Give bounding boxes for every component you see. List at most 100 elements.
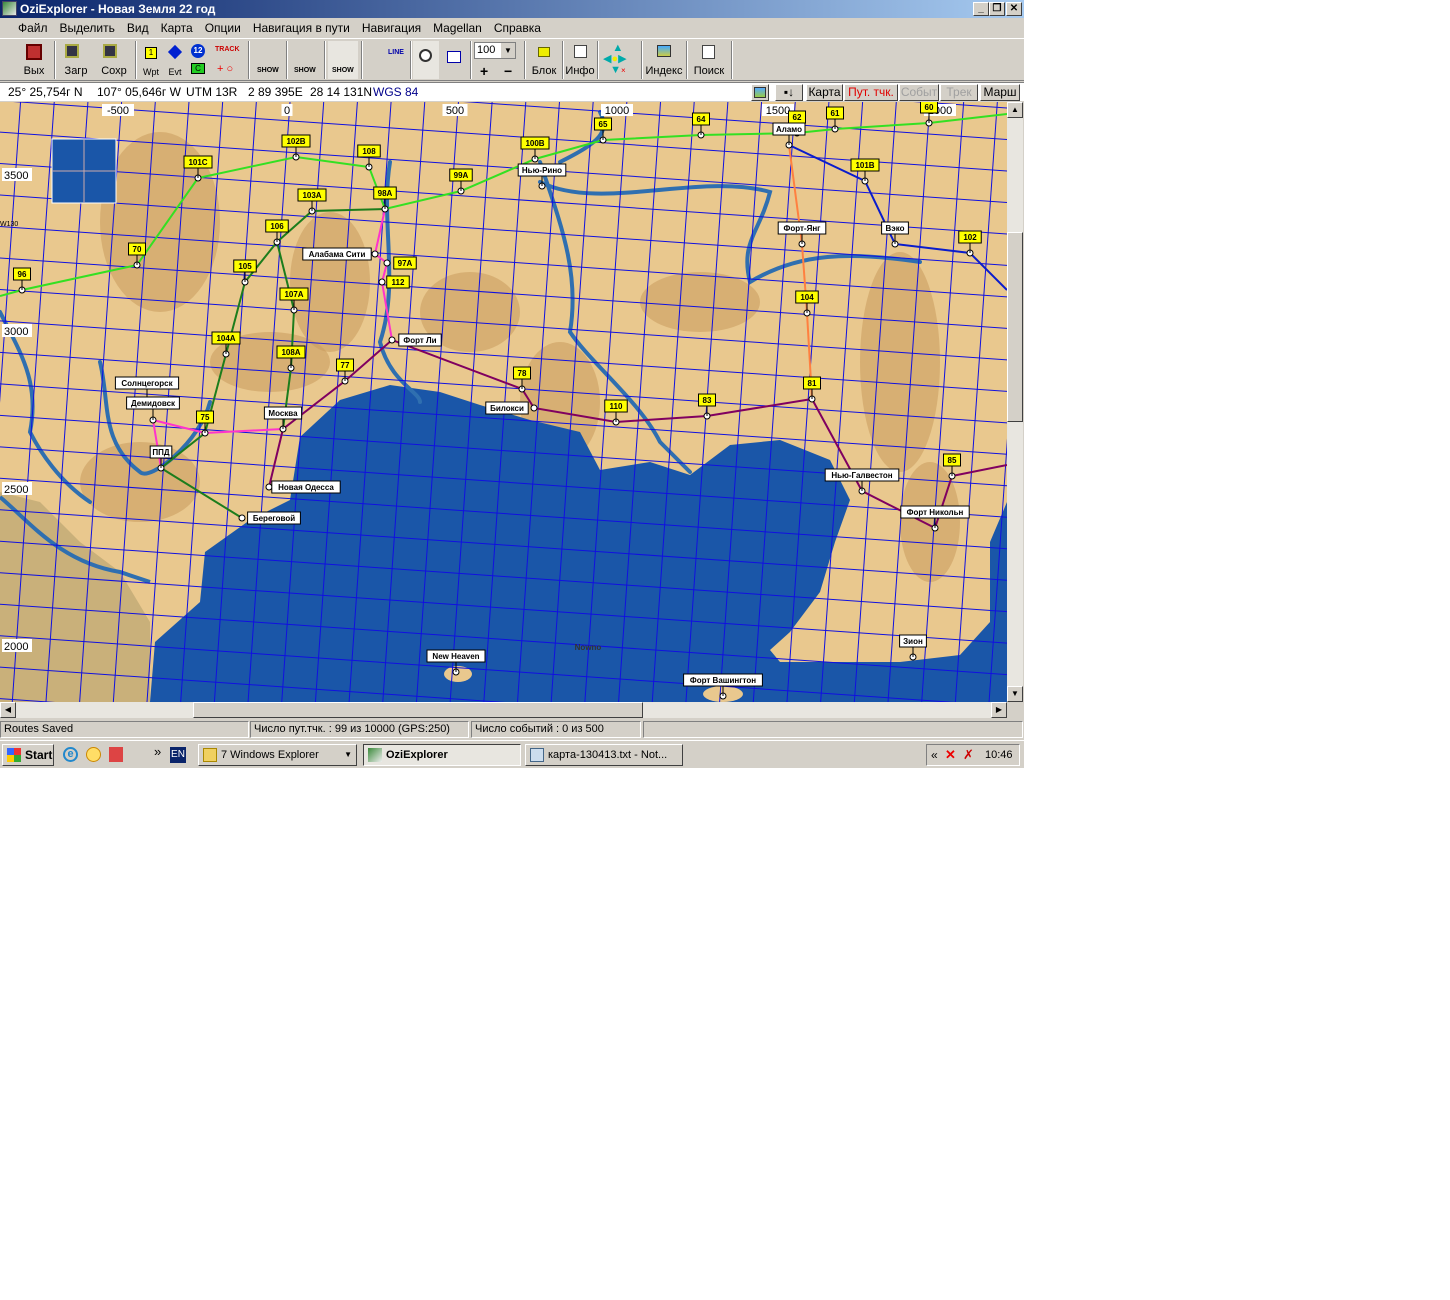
waypoint-label: Форт Никольн [907, 508, 964, 517]
windows-logo-icon [7, 748, 21, 762]
line-tools-button[interactable]: LINE [364, 41, 406, 79]
lock-button[interactable]: Блок [528, 41, 560, 79]
outlook-icon[interactable] [86, 747, 101, 762]
horizontal-scroll-thumb[interactable] [193, 702, 643, 718]
scroll-down-icon[interactable]: ▼ [1007, 686, 1023, 702]
exit-button[interactable]: Вых [20, 41, 48, 79]
northing: 28 14 131N [310, 85, 373, 99]
waypoint-button[interactable]: 1 Wpt [140, 41, 162, 79]
floppy-arrow-icon: ▪↓ [783, 85, 795, 99]
waypoint-label: Москва [268, 409, 298, 418]
app-quicklaunch-icon[interactable] [109, 747, 123, 762]
menu-view[interactable]: Вид [121, 19, 155, 37]
x-tick-label: 0 [284, 105, 290, 117]
scroll-left-icon[interactable]: ◀ [0, 702, 16, 718]
load-button[interactable]: Загр [60, 41, 92, 79]
window-button[interactable] [443, 41, 467, 79]
tab-tracks[interactable]: Трек [940, 84, 978, 101]
show-events-button[interactable]: SHOW [290, 41, 320, 79]
waypoint-label: 83 [703, 396, 712, 405]
taskbar-notepad[interactable]: карта-130413.txt - Not... [525, 744, 683, 766]
track-button[interactable]: TRACK + ○ [212, 41, 244, 79]
waypoint-label: 107A [284, 290, 303, 299]
map-canvas[interactable]: -500 0 500 1000 1500 20003500300025002000W130… [0, 102, 1007, 702]
waypoint-label: Зион [903, 637, 923, 646]
waypoint-label: Алабама Сити [309, 250, 366, 259]
chevron-down-icon[interactable]: ▼ [501, 43, 515, 58]
save-button[interactable]: Сохр [98, 41, 130, 79]
magnifier-icon [419, 49, 432, 62]
waypoint-marker-icon [265, 483, 273, 491]
menu-moving-map[interactable]: Навигация в пути [247, 19, 356, 37]
folder-icon [203, 748, 217, 762]
plus-circle-icon: + ○ [217, 63, 234, 75]
zoom-tool-button[interactable] [413, 41, 439, 79]
minimize-button[interactable]: _ [973, 2, 989, 16]
menu-navigation[interactable]: Навигация [356, 19, 427, 37]
status-empty-panel [643, 721, 1023, 738]
waypoint[interactable]: Nowno [575, 643, 602, 652]
show-routes-button[interactable]: SHOW [328, 41, 358, 79]
app-icon [2, 1, 17, 16]
waypoint-label: 108 [362, 147, 376, 156]
vertical-scroll-thumb[interactable] [1007, 232, 1023, 422]
waypoint-label: 110 [610, 402, 623, 411]
search-button[interactable]: Поиск [690, 41, 728, 79]
horizontal-scrollbar[interactable]: ◀ ▶ [0, 702, 1007, 718]
tab-map[interactable]: Карта [806, 84, 843, 101]
menu-magellan[interactable]: Magellan [427, 19, 488, 37]
waypoint-label: Нью-Галвестон [831, 471, 892, 480]
show-waypoints-button[interactable]: SHOW [253, 41, 283, 79]
waypoint-label: 60 [925, 103, 934, 112]
waypoint[interactable]: Береговой [238, 511, 301, 525]
tab-routes[interactable]: Марш [980, 84, 1020, 101]
event-button[interactable]: Evt [164, 41, 186, 79]
pan-arrows[interactable]: ▲ ◀●▶ ▼× [601, 41, 639, 79]
maximize-button[interactable]: ❐ [989, 2, 1005, 16]
floppy-load-icon [65, 44, 79, 58]
event-count: Число событий : 0 из 500 [471, 721, 641, 738]
y-tick-label: 2000 [4, 641, 28, 653]
info-button[interactable]: Инфо [565, 41, 595, 79]
menu-map[interactable]: Карта [155, 19, 199, 37]
tab-waypoints[interactable]: Пут. тчк. [844, 84, 898, 101]
taskbar-oziexplorer[interactable]: OziExplorer [363, 744, 521, 766]
menu-help[interactable]: Справка [488, 19, 547, 37]
save-down-button[interactable]: ▪↓ [775, 84, 803, 101]
quicklaunch-chevron[interactable]: » [154, 744, 161, 759]
tray-chevron[interactable]: « [931, 745, 938, 765]
zoom-select[interactable]: 100 ▼ [474, 42, 516, 59]
map-view[interactable]: -500 0 500 1000 1500 2000 3500 3000 2500 2000 W130… [0, 102, 1007, 702]
waypoint-label: 78 [518, 369, 527, 378]
index-button[interactable]: Индекс [645, 41, 683, 79]
taskbar-windows-explorer[interactable]: 7 Windows Explorer ▼ [198, 744, 357, 766]
network-disconnected-icon[interactable]: ✕ [945, 748, 959, 762]
edge-label: W130 [0, 221, 18, 228]
show-icon: SHOW [294, 67, 316, 74]
map-image-button[interactable] [751, 84, 769, 101]
menu-select[interactable]: Выделить [54, 19, 121, 37]
tray-app-icon[interactable]: ✗ [963, 748, 977, 762]
close-button[interactable]: ✕ [1006, 2, 1022, 16]
start-button[interactable]: Start [2, 744, 54, 766]
x-tick-label: 500 [446, 105, 464, 117]
notepad-icon [530, 748, 544, 762]
language-indicator[interactable]: EN [170, 747, 186, 763]
menu-file[interactable]: Файл [12, 19, 54, 37]
waypoint[interactable]: Новая Одесса [265, 480, 341, 494]
zoom-out-icon[interactable]: − [504, 63, 512, 79]
system-tray: « ✕ ✗ 10:46 [926, 744, 1020, 766]
event-number-button[interactable]: 12 C [188, 41, 208, 79]
scroll-up-icon[interactable]: ▲ [1007, 102, 1023, 118]
status-message: Routes Saved [0, 721, 249, 738]
tab-events[interactable]: Событ [899, 84, 939, 101]
zoom-in-icon[interactable]: + [480, 63, 488, 79]
ie-icon[interactable]: e [63, 747, 78, 762]
menu-options[interactable]: Опции [199, 19, 247, 37]
vertical-scrollbar[interactable]: ▲ ▼ [1007, 102, 1023, 702]
scroll-right-icon[interactable]: ▶ [991, 702, 1007, 718]
waypoint-marker-icon [383, 259, 391, 267]
waypoint-label: 104 [800, 293, 814, 302]
waypoint-label: ППД [152, 448, 170, 457]
waypoint[interactable]: Алабама Сити [302, 247, 379, 261]
